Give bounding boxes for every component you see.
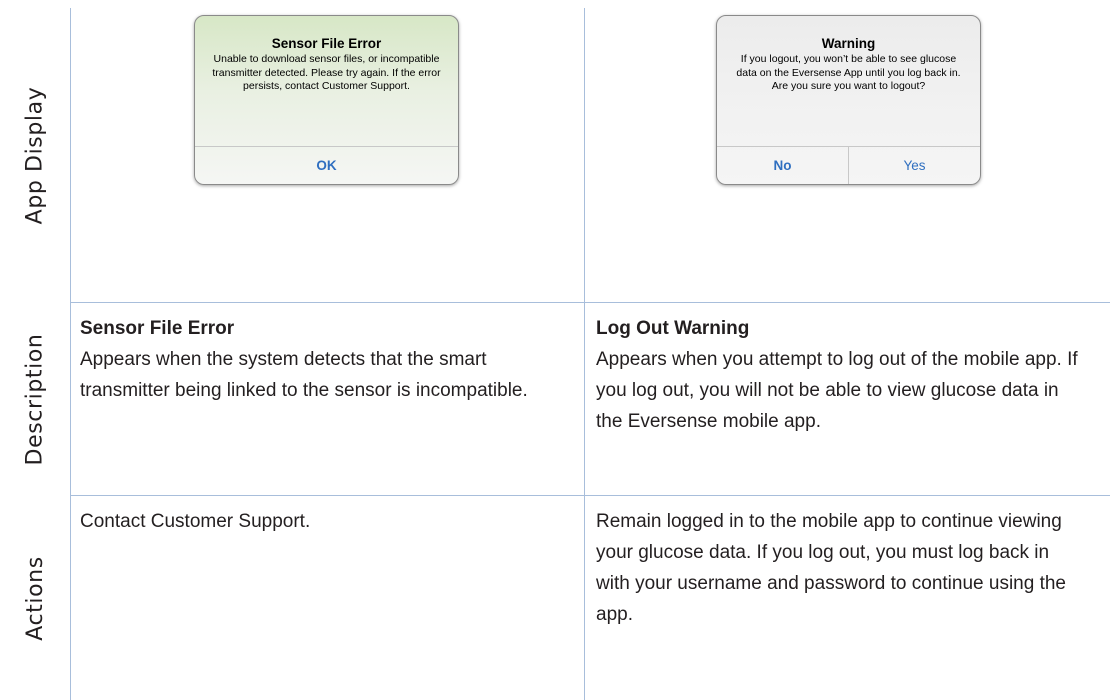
alert-title: Sensor File Error <box>271 36 382 51</box>
logout-warning-alert: Warning If you logout, you won’t be able… <box>716 15 981 185</box>
grid-line-left <box>70 8 71 700</box>
actions-text: Remain logged in to the mobile app to co… <box>596 511 1066 625</box>
grid-line-row1 <box>70 302 1110 303</box>
row-label-actions-text: Actions <box>22 555 48 641</box>
row-label-description-text: Description <box>22 333 48 465</box>
grid-line-row2 <box>70 495 1110 496</box>
actions-cell-sensor-file-error: Contact Customer Support. <box>80 506 550 537</box>
description-body: Appears when the system detects that the… <box>80 349 528 401</box>
no-button[interactable]: No <box>717 147 848 184</box>
alert-button-bar: OK <box>195 146 458 184</box>
row-label-description: Description <box>0 303 70 495</box>
description-body: Appears when you attempt to log out of t… <box>596 349 1078 432</box>
description-cell-logout-warning: Log Out Warning Appears when you attempt… <box>596 313 1086 437</box>
sensor-file-error-alert: Sensor File Error Unable to download sen… <box>194 15 459 185</box>
actions-text: Contact Customer Support. <box>80 511 311 532</box>
alert-title: Warning <box>821 36 876 51</box>
row-label-app-display: App Display <box>0 8 70 302</box>
row-label-actions: Actions <box>0 496 70 700</box>
alert-message: If you logout, you won’t be able to see … <box>736 53 961 92</box>
alert-message: Unable to download sensor files, or inco… <box>212 53 441 92</box>
grid-line-middle <box>584 8 585 700</box>
description-title: Log Out Warning <box>596 318 750 339</box>
alert-button-bar: No Yes <box>717 146 980 184</box>
ok-button[interactable]: OK <box>195 147 458 184</box>
description-cell-sensor-file-error: Sensor File Error Appears when the syste… <box>80 313 550 406</box>
yes-button[interactable]: Yes <box>848 147 980 184</box>
actions-cell-logout-warning: Remain logged in to the mobile app to co… <box>596 506 1086 630</box>
description-title: Sensor File Error <box>80 318 235 339</box>
row-label-app-display-text: App Display <box>22 86 48 224</box>
